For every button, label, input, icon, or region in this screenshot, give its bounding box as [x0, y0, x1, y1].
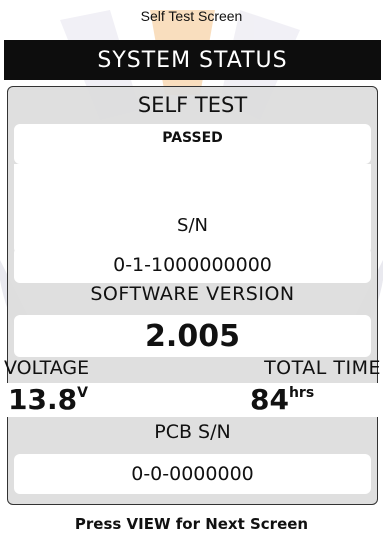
screen-caption: Self Test Screen — [140, 8, 243, 24]
voltage-label: VOLTAGE — [4, 357, 90, 379]
self-test-result: PASSED — [14, 124, 371, 164]
voltage-time-values: 13.8V 84hrs — [4, 383, 383, 417]
voltage-unit: V — [77, 385, 88, 401]
total-time-number: 84 — [250, 383, 289, 416]
software-version-label: SOFTWARE VERSION — [90, 283, 295, 305]
page-title: SYSTEM STATUS — [4, 40, 381, 80]
voltage-number: 13.8 — [8, 383, 78, 416]
serial-number-value: 0-1-1000000000 — [14, 247, 371, 283]
voltage-value: 13.8V — [8, 383, 88, 416]
pcb-serial-label: PCB S/N — [154, 421, 231, 443]
total-time-value: 84hrs — [250, 383, 314, 416]
self-test-result-area — [14, 164, 371, 254]
device-display: SYSTEM STATUS SELF TEST PASSED S/N 0-1-1… — [4, 40, 383, 508]
total-time-unit: hrs — [288, 385, 315, 401]
self-test-screen: Self Test Screen SYSTEM STATUS SELF TEST… — [0, 0, 383, 546]
self-test-label: SELF TEST — [137, 93, 248, 117]
software-version-value: 2.005 — [14, 315, 371, 357]
status-panel: SELF TEST PASSED S/N 0-1-1000000000 SOFT… — [4, 86, 383, 505]
pcb-serial-value: 0-0-0000000 — [14, 454, 371, 494]
next-screen-hint: Press VIEW for Next Screen — [74, 515, 309, 533]
total-time-label: TOTAL TIME — [264, 357, 381, 379]
serial-number-label: S/N — [177, 215, 208, 236]
